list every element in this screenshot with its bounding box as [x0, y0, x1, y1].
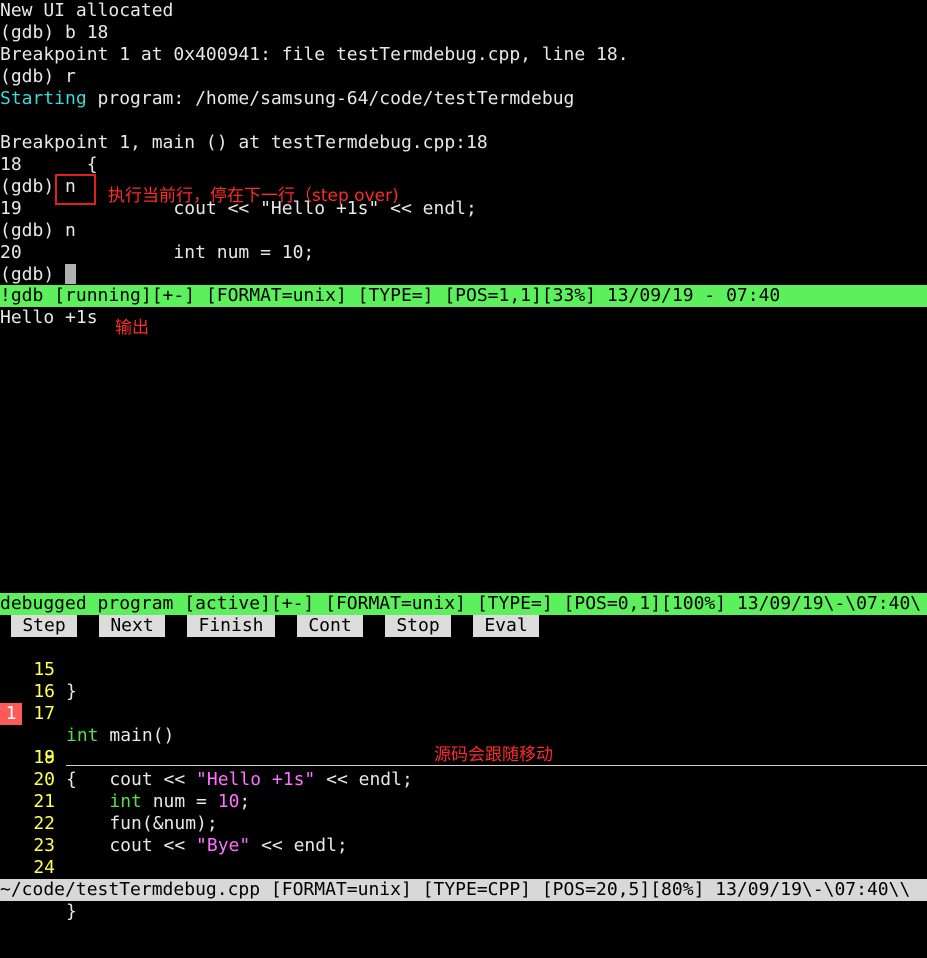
annotation-highlight-box	[55, 174, 96, 205]
next-button[interactable]: Next	[99, 615, 165, 637]
source-line-breakpoint: 1 18 {	[0, 703, 927, 790]
source-line: 23	[0, 813, 927, 856]
gdb-line: (gdb) b 18	[0, 22, 109, 43]
gdb-line: Breakpoint 1 at 0x400941: file testTermd…	[0, 44, 629, 65]
source-line: 25 }	[0, 857, 927, 922]
gdb-line: 18 {	[0, 154, 98, 175]
cont-button[interactable]: Cont	[297, 615, 363, 637]
source-line: 21 fun(&num);	[0, 769, 927, 834]
starting-path: program: /home/samsung-64/code/testTermd…	[86, 88, 575, 109]
program-output: Hello +1s	[0, 307, 98, 328]
starting-label: Starting	[0, 88, 87, 109]
gdb-prompt: (gdb)	[0, 264, 66, 285]
annotation-step-over: 执行当前行，停在下一行（step over)	[108, 186, 399, 206]
gdb-line: (gdb) n	[0, 220, 76, 241]
gdb-status-bar: !gdb [running][+-] [FORMAT=unix] [TYPE=]…	[0, 285, 927, 307]
stop-button[interactable]: Stop	[385, 615, 451, 637]
source-line: 24 return 0;	[0, 835, 927, 900]
source-code: }	[66, 901, 77, 922]
annotation-source-follow: 源码会跟随移动	[434, 745, 553, 765]
source-line: 17 int main()	[0, 681, 927, 746]
debug-toolbar: Step Next Finish Cont Stop Eval	[0, 615, 927, 637]
eval-button[interactable]: Eval	[473, 615, 539, 637]
annotation-output: 输出	[115, 318, 149, 338]
program-status-bar: debugged program [active][+-] [FORMAT=un…	[0, 593, 927, 615]
breakpoint-sign[interactable]: 1	[0, 703, 22, 725]
gdb-starting-line: Starting program: /home/samsung-64/code/…	[0, 88, 574, 110]
gdb-line: (gdb) r	[0, 66, 76, 87]
source-status-bar: ~/code/testTermdebug.cpp [FORMAT=unix] […	[0, 879, 927, 901]
source-line: 16	[0, 659, 927, 702]
source-line: 22 cout << "Bye" << endl;	[0, 791, 927, 856]
step-button[interactable]: Step	[11, 615, 77, 637]
source-line: 15 }	[0, 637, 927, 702]
text-cursor	[65, 264, 77, 284]
current-line-underline	[66, 765, 927, 766]
gdb-prompt-active[interactable]: (gdb)	[0, 264, 77, 286]
gdb-line: New UI allocated	[0, 0, 174, 21]
gdb-line: 20 int num = 10;	[0, 242, 315, 263]
finish-button[interactable]: Finish	[187, 615, 275, 637]
gdb-line: Breakpoint 1, main () at testTermdebug.c…	[0, 132, 488, 153]
